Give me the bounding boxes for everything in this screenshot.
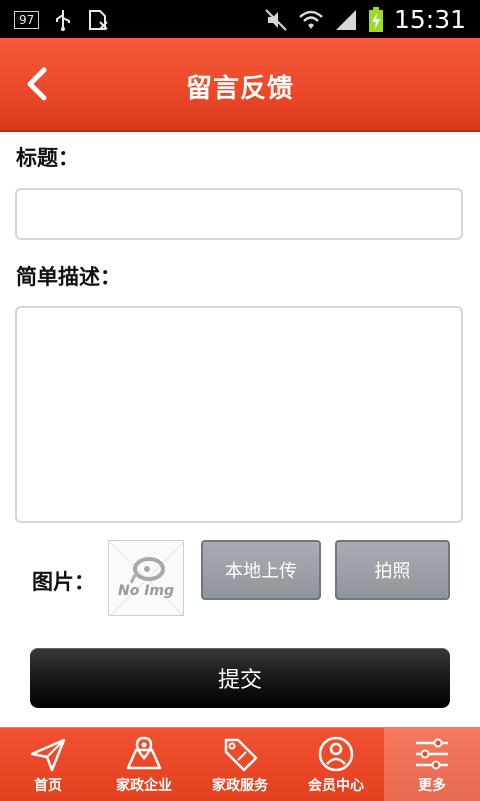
sim-icon [89,10,108,30]
title-label: 标题： [16,146,79,170]
sliders-icon [416,738,448,770]
title-input[interactable] [15,188,463,240]
clock: 15:31 [393,5,466,34]
signal-icon [335,9,356,30]
notification-badge: 97 [14,11,40,29]
paper-plane-icon [30,738,66,772]
description-label: 简单描述： [16,265,121,289]
local-upload-button[interactable]: 本地上传 [201,540,321,600]
nav-label-member-center: 会员中心 [308,778,364,794]
user-circle-icon [318,736,354,772]
no-image-text: No Img [117,583,175,599]
status-bar: 97 15:31 [0,0,480,38]
map-icon [126,736,162,770]
nav-label-more: 更多 [418,778,446,794]
wifi-icon [299,10,323,29]
sale-tag-icon [224,738,258,772]
usb-icon [56,10,71,31]
nav-item-services[interactable]: 家政服务 [192,728,288,801]
submit-button[interactable]: 提交 [30,648,450,708]
nav-label-companies: 家政企业 [116,778,172,794]
image-placeholder: No Img [108,540,184,616]
description-textarea[interactable] [15,306,463,523]
nav-label-home: 首页 [34,778,62,794]
no-image-icon [109,541,183,615]
battery-charging-icon [368,6,383,32]
image-label: 图片： [32,570,95,594]
nav-item-companies[interactable]: 家政企业 [96,728,192,801]
page-title: 留言反馈 [185,74,294,104]
bottom-nav: 首页 家政企业 家政服务 会员中心 更多 [0,727,480,801]
take-photo-button[interactable]: 拍照 [335,540,450,600]
nav-item-home[interactable]: 首页 [0,728,96,801]
nav-item-more[interactable]: 更多 [384,728,480,801]
nav-item-member-center[interactable]: 会员中心 [288,728,384,801]
nav-label-services: 家政服务 [212,778,268,794]
mute-icon [265,8,287,31]
app-header: 留言反馈 [0,38,480,132]
